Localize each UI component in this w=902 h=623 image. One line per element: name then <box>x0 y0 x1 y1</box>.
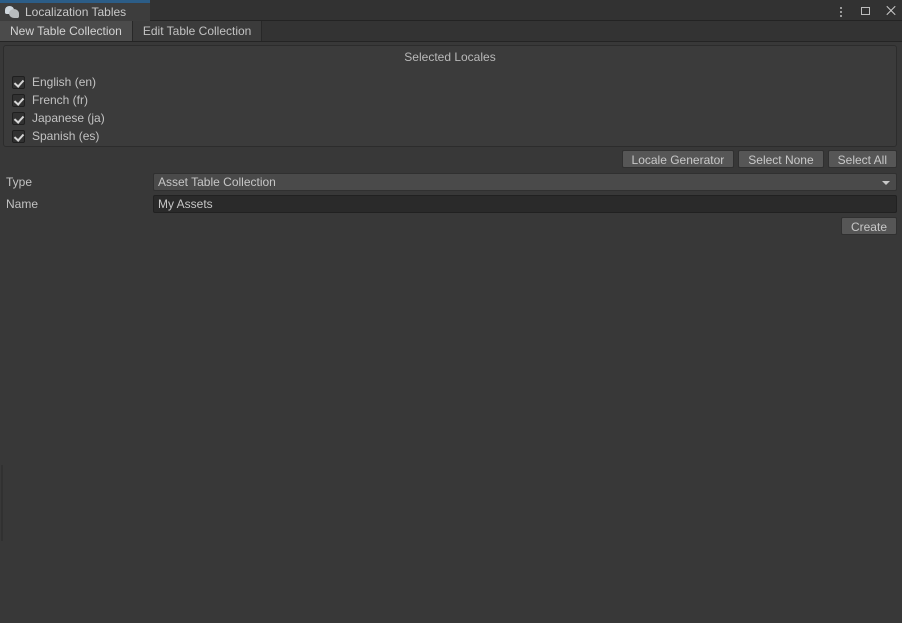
select-none-button[interactable]: Select None <box>738 150 824 168</box>
window-titlebar: Localization Tables <box>0 0 902 21</box>
tab-edit-table-collection[interactable]: Edit Table Collection <box>132 21 263 41</box>
tab-new-table-collection[interactable]: New Table Collection <box>0 21 133 41</box>
checkbox-japanese[interactable] <box>12 111 25 125</box>
locale-label: Japanese (ja) <box>32 111 105 125</box>
create-button[interactable]: Create <box>840 217 897 235</box>
locale-generator-button[interactable]: Locale Generator <box>621 150 735 168</box>
selected-locales-panel: Selected Locales English (en) French (fr… <box>3 45 897 147</box>
scroll-indicator[interactable] <box>1 465 3 541</box>
window-tab-localization-tables[interactable]: Localization Tables <box>0 0 150 21</box>
locale-label: Spanish (es) <box>32 129 100 143</box>
checkbox-french[interactable] <box>12 93 25 107</box>
locale-label: English (en) <box>32 75 97 89</box>
name-row: Name My Assets <box>0 195 902 213</box>
locale-actions: Locale Generator Select None Select All <box>621 150 897 168</box>
list-item[interactable]: French (fr) <box>12 91 892 109</box>
type-dropdown-value: Asset Table Collection <box>158 175 276 189</box>
list-item[interactable]: English (en) <box>12 73 892 91</box>
type-label: Type <box>6 175 33 189</box>
locale-list: English (en) French (fr) Japanese (ja) S… <box>12 73 892 145</box>
list-item[interactable]: Japanese (ja) <box>12 109 892 127</box>
chevron-down-icon <box>882 181 890 185</box>
maximize-icon[interactable] <box>859 3 873 19</box>
main-content: Selected Locales English (en) French (fr… <box>0 42 902 623</box>
close-icon[interactable] <box>884 3 898 19</box>
name-input-value: My Assets <box>158 197 213 211</box>
kebab-menu-icon[interactable] <box>834 3 848 19</box>
window-tab-label: Localization Tables <box>25 5 127 19</box>
select-all-button[interactable]: Select All <box>827 150 897 168</box>
name-input[interactable]: My Assets <box>153 195 897 213</box>
mode-toolbar: New Table Collection Edit Table Collecti… <box>0 21 902 42</box>
speech-bubbles-icon <box>5 5 20 19</box>
checkbox-english[interactable] <box>12 75 25 89</box>
checkbox-spanish[interactable] <box>12 129 25 143</box>
list-item[interactable]: Spanish (es) <box>12 127 892 145</box>
name-label: Name <box>6 197 39 211</box>
locale-label: French (fr) <box>32 93 89 107</box>
type-dropdown[interactable]: Asset Table Collection <box>153 173 897 191</box>
selected-locales-title: Selected Locales <box>404 50 496 64</box>
type-row: Type Asset Table Collection <box>0 173 902 191</box>
window-controls <box>834 0 898 21</box>
localization-tables-window: Localization Tables New Table Collection… <box>0 0 902 623</box>
create-row: Create <box>840 217 897 235</box>
